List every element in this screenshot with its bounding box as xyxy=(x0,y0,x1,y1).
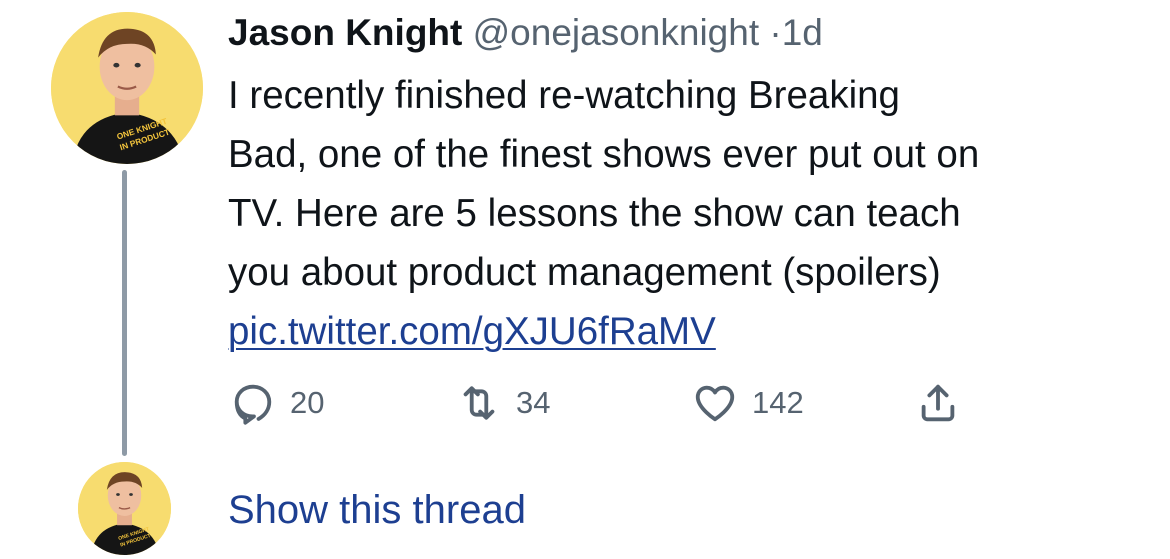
author-name[interactable]: Jason Knight xyxy=(228,12,462,53)
retweet-count: 34 xyxy=(516,385,551,420)
tweet-timestamp[interactable]: 1d xyxy=(782,12,823,53)
tweet-body: I recently finished re-watching Breaking… xyxy=(228,66,1138,361)
avatar-image: ONE KNIGHT IN PRODUCT xyxy=(51,12,203,164)
reply-count: 20 xyxy=(290,385,325,420)
retweet-button[interactable]: 34 xyxy=(456,378,550,428)
tweet-text-line: I recently finished re-watching Breaking xyxy=(228,74,900,117)
tweet-text-line: TV. Here are 5 lessons the show can teac… xyxy=(228,192,961,235)
heart-icon xyxy=(695,385,735,422)
share-icon xyxy=(921,384,955,422)
thread-avatar[interactable]: ONE KNIGHT IN PRODUCT xyxy=(78,462,171,555)
tweet-text-line: Bad, one of the finest shows ever put ou… xyxy=(228,133,980,176)
reply-button[interactable]: 20 xyxy=(230,378,324,428)
share-button[interactable] xyxy=(915,378,961,428)
avatar-image: ONE KNIGHT IN PRODUCT xyxy=(78,462,171,555)
tweet-text-line: you about product management (spoilers) xyxy=(228,251,941,294)
show-thread-link[interactable]: Show this thread xyxy=(228,486,526,534)
author-avatar[interactable]: ONE KNIGHT IN PRODUCT xyxy=(51,12,203,164)
author-handle[interactable]: @onejasonknight xyxy=(473,12,759,53)
tweet-header: Jason Knight @onejasonknight ·1d xyxy=(228,10,823,56)
like-count: 142 xyxy=(752,385,804,420)
retweet-icon xyxy=(463,386,495,420)
reply-icon xyxy=(234,384,272,425)
like-button[interactable]: 142 xyxy=(692,378,804,428)
tweet-actions: 20 34 142 xyxy=(0,378,1170,428)
header-separator: · xyxy=(769,12,782,53)
media-link[interactable]: pic.twitter.com/gXJU6fRaMV xyxy=(228,310,716,353)
